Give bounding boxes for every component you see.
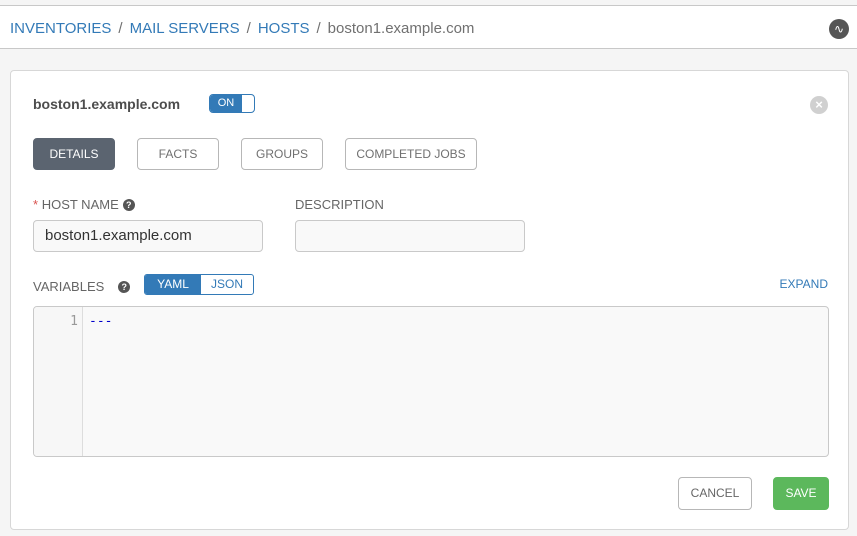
toggle-label: ON [210,95,242,112]
host-name-label: * HOST NAME? [33,197,135,212]
description-label: DESCRIPTION [295,197,384,212]
breadcrumb-hosts[interactable]: HOSTS [258,20,310,37]
json-option[interactable]: JSON [201,275,253,294]
yaml-option[interactable]: YAML [145,275,201,294]
tab-facts[interactable]: FACTS [137,138,219,170]
host-form-card: boston1.example.com ON × DETAILS FACTS G… [10,70,849,530]
help-icon[interactable]: ? [122,199,135,211]
breadcrumb-inventories[interactable]: INVENTORIES [10,20,111,37]
enabled-toggle[interactable]: ON [209,94,255,113]
cancel-button[interactable]: CANCEL [678,477,752,510]
expand-link[interactable]: EXPAND [780,277,828,291]
breadcrumb-current: boston1.example.com [327,20,475,37]
code-line: --- [89,314,113,329]
variables-label: VARIABLES? [33,279,131,294]
help-icon[interactable]: ? [118,281,131,293]
variables-format-toggle: YAML JSON [144,274,254,295]
tab-groups[interactable]: GROUPS [241,138,323,170]
top-bar: INVENTORIES / MAIL SERVERS / HOSTS / boston1.e… [0,5,857,49]
save-button[interactable]: SAVE [773,477,829,510]
host-name-label-text: HOST NAME [41,197,119,212]
close-icon[interactable]: × [810,96,828,114]
activity-stream-icon[interactable]: ∿ [829,19,849,39]
line-number: 1 [34,307,83,456]
variables-editor[interactable]: 1 --- [33,306,829,457]
breadcrumb: INVENTORIES / MAIL SERVERS / HOSTS / boston1.e… [10,20,475,37]
variables-label-text: VARIABLES [33,279,105,294]
tab-details[interactable]: DETAILS [33,138,115,170]
host-name-input[interactable]: boston1.example.com [33,220,263,252]
description-input[interactable] [295,220,525,252]
tab-completed-jobs[interactable]: COMPLETED JOBS [345,138,477,170]
breadcrumb-mail-servers[interactable]: MAIL SERVERS [130,20,240,37]
host-title: boston1.example.com [33,96,181,112]
required-mark: * [33,197,39,212]
